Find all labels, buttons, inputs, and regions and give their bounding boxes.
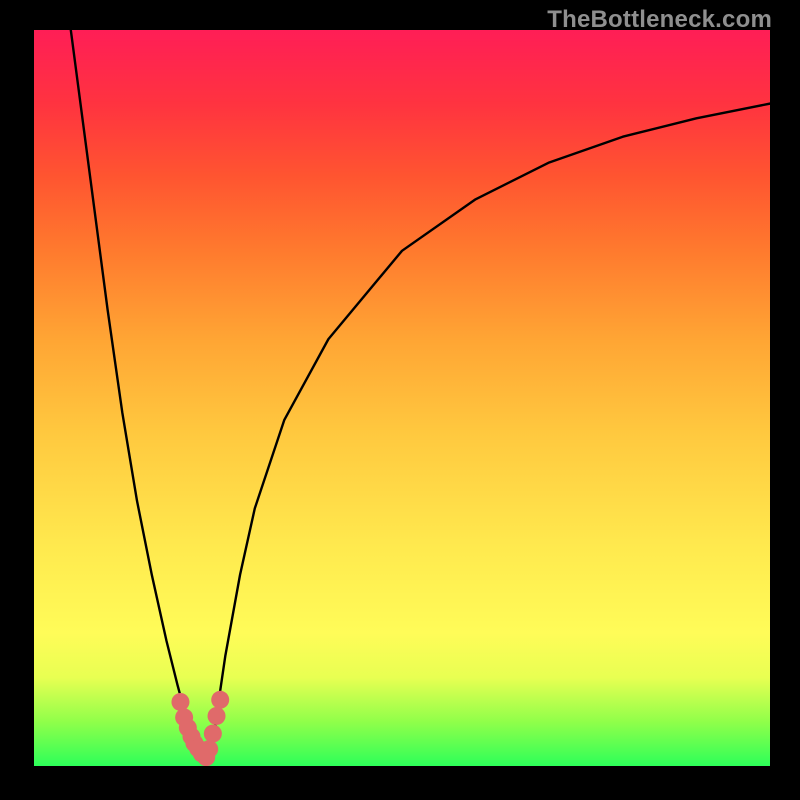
valley-marker (200, 740, 218, 758)
outer-frame: TheBottleneck.com (0, 0, 800, 800)
valley-marker (208, 707, 226, 725)
chart-svg (34, 30, 770, 766)
valley-marker (211, 691, 229, 709)
valley-marker (171, 693, 189, 711)
valley-marker (204, 725, 222, 743)
plot-area (34, 30, 770, 766)
bottleneck-curve (71, 30, 770, 757)
valley-markers (171, 691, 229, 766)
